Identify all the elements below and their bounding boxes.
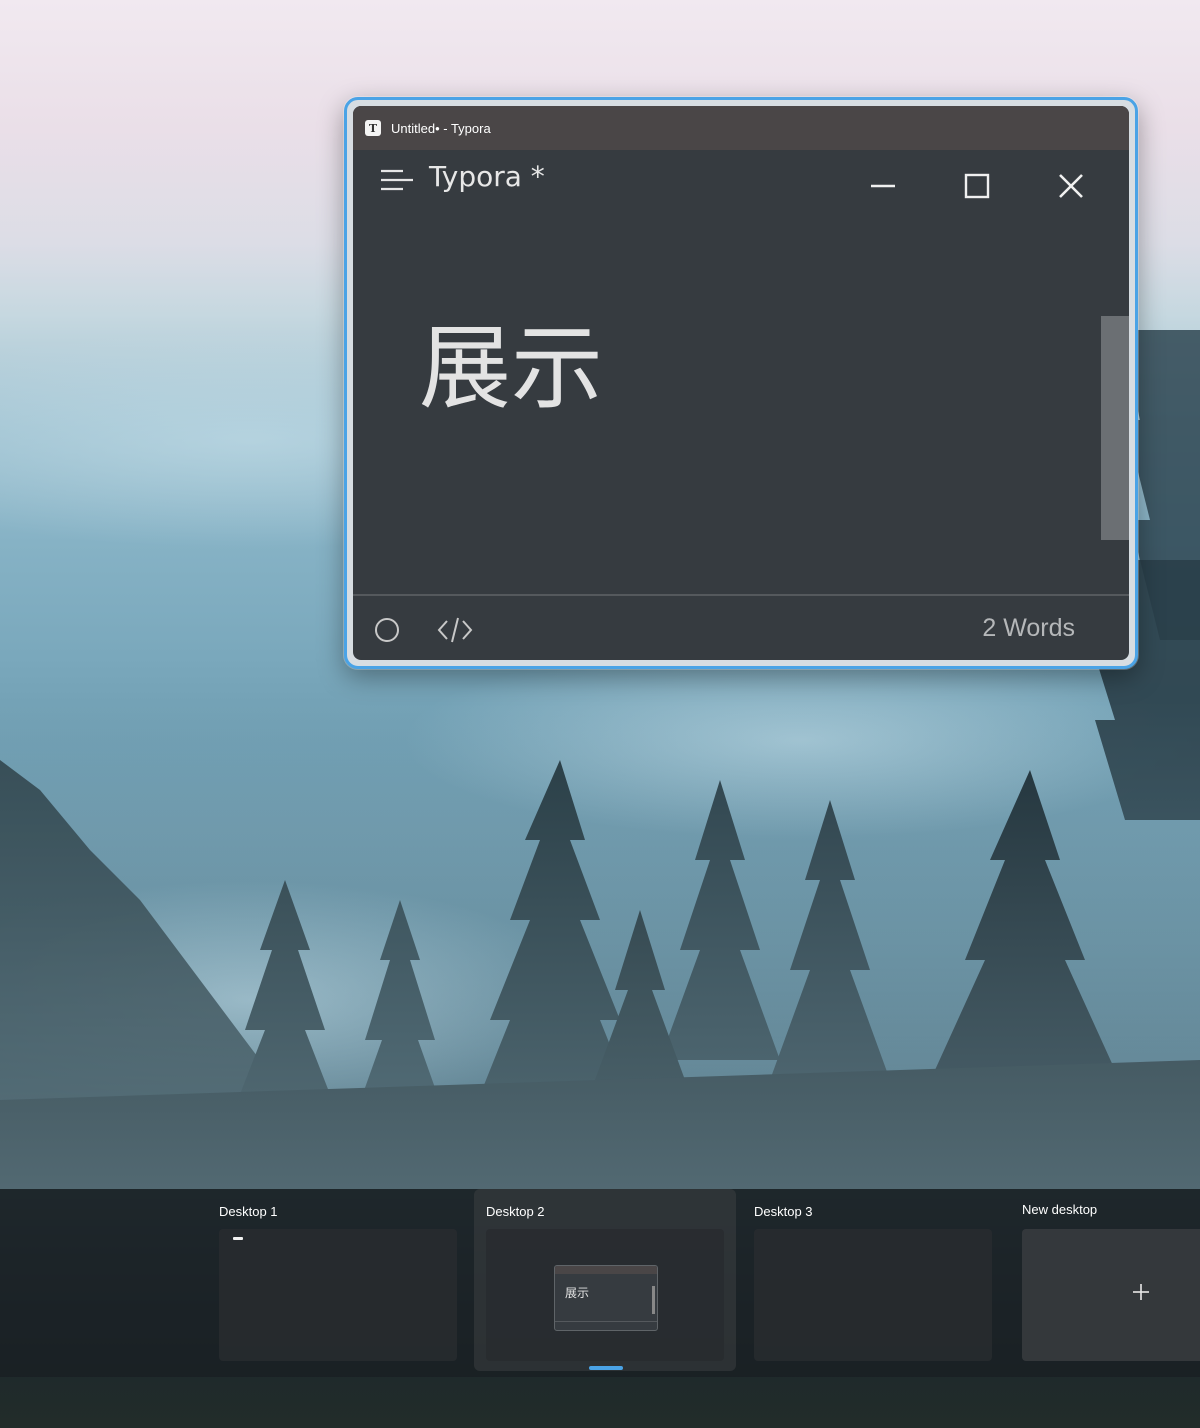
desktop-1-thumbnail[interactable]	[219, 1229, 457, 1361]
mini-scrollbar	[652, 1286, 655, 1314]
typora-window: T Untitled• - Typora Typora * 展示 2 Words	[353, 106, 1129, 660]
maximize-button[interactable]	[955, 164, 999, 208]
status-bar: 2 Words	[353, 594, 1129, 660]
active-desktop-indicator	[589, 1366, 623, 1370]
desktop-3-card[interactable]: Desktop 3	[754, 1189, 1016, 1371]
mini-titlebar	[555, 1266, 657, 1274]
window-titlebar[interactable]: T Untitled• - Typora	[353, 106, 1129, 150]
close-icon	[1059, 174, 1083, 198]
new-desktop-card[interactable]: New desktop	[1022, 1189, 1200, 1371]
desktop-1-card[interactable]: Desktop 1	[219, 1189, 481, 1371]
cursor-marker	[233, 1237, 243, 1240]
typora-window-frame[interactable]: T Untitled• - Typora Typora * 展示 2 Words	[344, 97, 1138, 669]
app-toolbar: Typora *	[353, 150, 1129, 210]
task-view-bar: Desktop 1 Desktop 2 展示 Desktop 3 New des…	[0, 1189, 1200, 1377]
mini-heading: 展示	[565, 1286, 590, 1300]
editor-scrollbar[interactable]	[1101, 316, 1129, 540]
desktop-1-label: Desktop 1	[219, 1204, 278, 1219]
new-desktop-label: New desktop	[1022, 1202, 1098, 1217]
word-count[interactable]: 2 Words	[982, 614, 1075, 643]
typora-window-thumbnail[interactable]: 展示	[554, 1265, 658, 1331]
desktop-2-thumbnail[interactable]: 展示	[486, 1229, 724, 1361]
app-title: Typora *	[429, 160, 545, 193]
mini-divider	[555, 1321, 657, 1322]
plus-icon	[1132, 1283, 1150, 1301]
taskbar-area	[0, 1377, 1200, 1428]
window-title: Untitled• - Typora	[391, 120, 491, 136]
editor-area[interactable]: 展示	[353, 210, 1129, 596]
minimize-icon	[871, 184, 895, 188]
circle-icon[interactable]	[373, 616, 401, 644]
new-desktop-button[interactable]	[1022, 1229, 1200, 1361]
maximize-icon	[964, 173, 990, 199]
desktop-2-label: Desktop 2	[486, 1204, 545, 1219]
code-icon[interactable]	[437, 614, 473, 646]
editor-heading[interactable]: 展示	[419, 294, 603, 427]
desktop-3-thumbnail[interactable]	[754, 1229, 992, 1361]
hamburger-menu-icon[interactable]	[381, 168, 413, 194]
typora-logo-icon: T	[365, 120, 381, 136]
desktop-3-label: Desktop 3	[754, 1204, 813, 1219]
close-button[interactable]	[1049, 164, 1093, 208]
minimize-button[interactable]	[861, 164, 905, 208]
desktop-2-card[interactable]: Desktop 2 展示	[474, 1189, 736, 1371]
